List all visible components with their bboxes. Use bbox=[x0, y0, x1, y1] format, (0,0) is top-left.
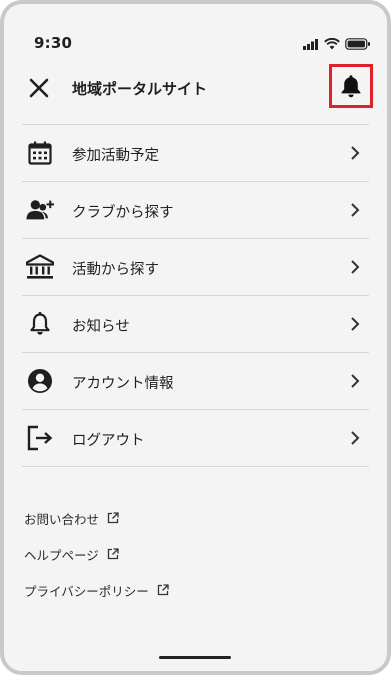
page-title: 地域ポータルサイト bbox=[72, 80, 208, 98]
menu-item-label: アカウント情報 bbox=[72, 376, 174, 392]
menu-item-club-search[interactable]: クラブから探す bbox=[22, 182, 369, 239]
menu-item-account[interactable]: アカウント情報 bbox=[22, 353, 369, 410]
menu-item-label: お知らせ bbox=[72, 319, 130, 335]
close-button[interactable] bbox=[26, 75, 52, 101]
menu-item-label: クラブから探す bbox=[72, 205, 174, 221]
phone-frame: 9:30 地域ポータルサイト 参加活動予定 クラブから探す 活動から探す お知ら… bbox=[0, 0, 391, 675]
calendar-icon bbox=[26, 139, 54, 167]
footer-link-label: プライバシーポリシー bbox=[24, 583, 149, 599]
menu-item-label: ログアウト bbox=[72, 433, 145, 449]
battery-icon bbox=[345, 38, 370, 50]
menu-item-label: 活動から探す bbox=[72, 262, 159, 278]
contact-link[interactable]: お問い合わせ bbox=[24, 509, 169, 527]
chevron-right-icon bbox=[351, 146, 360, 160]
building-icon bbox=[26, 253, 54, 281]
side-menu: 参加活動予定 クラブから探す 活動から探す お知らせ アカウント情報 ログアウト bbox=[22, 124, 369, 467]
status-icons bbox=[303, 38, 371, 50]
external-link-icon bbox=[107, 512, 119, 524]
status-bar: 9:30 bbox=[4, 4, 387, 52]
bell-icon bbox=[341, 75, 361, 98]
logout-icon bbox=[26, 424, 54, 452]
chevron-right-icon bbox=[351, 203, 360, 217]
add-user-group-icon bbox=[26, 196, 54, 224]
status-time: 9:30 bbox=[34, 34, 73, 52]
menu-item-label: 参加活動予定 bbox=[72, 148, 159, 164]
privacy-policy-link[interactable]: プライバシーポリシー bbox=[24, 581, 169, 599]
chevron-right-icon bbox=[351, 260, 360, 274]
menu-item-logout[interactable]: ログアウト bbox=[22, 410, 369, 467]
help-page-link[interactable]: ヘルプページ bbox=[24, 545, 169, 563]
footer-link-label: お問い合わせ bbox=[24, 511, 100, 527]
account-circle-icon bbox=[26, 367, 54, 395]
menu-item-activity-search[interactable]: 活動から探す bbox=[22, 239, 369, 296]
external-link-icon bbox=[107, 548, 119, 560]
footer-links: お問い合わせ ヘルプページ プライバシーポリシー bbox=[24, 509, 169, 617]
header: 地域ポータルサイト bbox=[4, 62, 387, 114]
close-icon bbox=[29, 78, 49, 98]
signal-icon bbox=[303, 38, 318, 50]
home-indicator[interactable] bbox=[159, 656, 231, 659]
chevron-right-icon bbox=[351, 431, 360, 445]
bell-outline-icon bbox=[26, 310, 54, 338]
notification-bell-button[interactable] bbox=[329, 64, 373, 108]
footer-link-label: ヘルプページ bbox=[24, 547, 99, 563]
chevron-right-icon bbox=[351, 374, 360, 388]
wifi-icon bbox=[324, 38, 340, 50]
menu-item-notices[interactable]: お知らせ bbox=[22, 296, 369, 353]
external-link-icon bbox=[157, 584, 169, 596]
menu-item-schedule[interactable]: 参加活動予定 bbox=[22, 125, 369, 182]
chevron-right-icon bbox=[351, 317, 360, 331]
